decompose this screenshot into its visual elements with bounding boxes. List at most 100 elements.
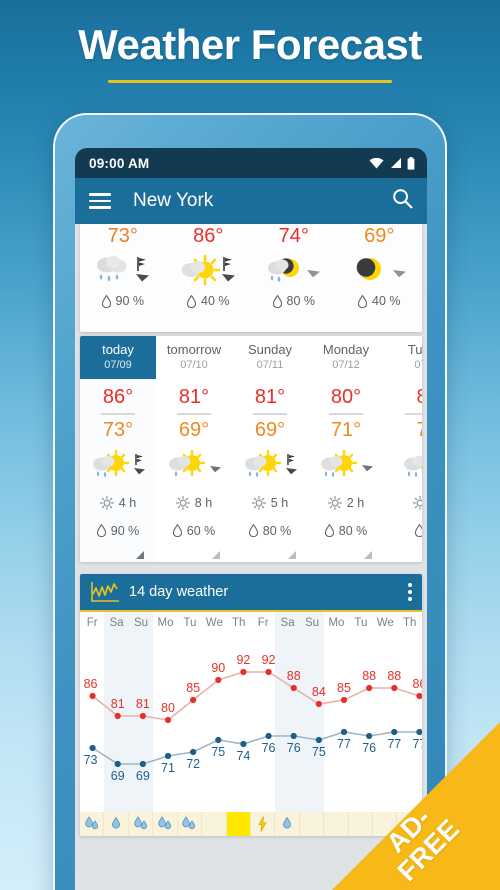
sun-rain-cloud-icon	[244, 450, 281, 478]
chart-point-label-high: 86	[84, 677, 98, 691]
precip-cell	[153, 811, 178, 836]
precip-cell	[275, 811, 300, 836]
day-tabs[interactable]: today 07/09 tomorrow 07/10 Sunday 07/11 …	[80, 336, 422, 379]
hourly-temperature: 69°	[364, 225, 395, 247]
light-rain-icon	[112, 816, 121, 829]
chart-point-label-high: 88	[287, 669, 301, 683]
day-low-temp: 71°	[330, 418, 362, 441]
app-bar: New York	[75, 178, 427, 224]
expand-corner-icon[interactable]	[232, 546, 308, 562]
day-sun-hours: 5 h	[251, 490, 288, 516]
day-column[interactable]: 8 7	[384, 379, 422, 562]
day-rain-value: 60 %	[186, 523, 216, 538]
hourly-item[interactable]: 69° 40 %	[337, 224, 423, 308]
day-rain-value: 80 %	[262, 523, 292, 538]
hourly-item[interactable]: 86° 40 %	[166, 224, 252, 308]
daily-forecast-card[interactable]: today 07/09 tomorrow 07/10 Sunday 07/11 …	[80, 336, 422, 562]
expand-corner-icon[interactable]	[156, 546, 232, 562]
kebab-menu-icon[interactable]	[408, 582, 412, 601]
chart-point-label-high: 85	[337, 681, 351, 695]
day-rain: 90 %	[96, 516, 139, 546]
signal-icon	[391, 158, 401, 168]
day-low-temp: 7	[416, 419, 422, 442]
sun-rain-cloud-icon	[168, 450, 205, 477]
chart-point-label-high: 81	[136, 697, 150, 711]
temp-divider	[177, 413, 211, 415]
sun-rain-cloud-icon	[320, 450, 357, 478]
city-name: New York	[133, 190, 214, 211]
heavy-rain-icon	[158, 816, 172, 830]
day-low-temp: 69°	[254, 418, 286, 441]
day-column[interactable]: 81° 69°	[232, 379, 308, 562]
day-tab-tuesday[interactable]: Tues 07/	[384, 336, 422, 379]
chart-point-high	[89, 692, 96, 699]
expand-corner-icon[interactable]	[308, 546, 384, 562]
day-tab-sunday[interactable]: Sunday 07/11	[232, 336, 308, 379]
chart-point-label-high: 90	[211, 661, 225, 675]
hamburger-menu-icon[interactable]	[89, 193, 111, 209]
day-column[interactable]: 86° 73° 4 h 90 %	[80, 379, 156, 562]
day-tab-monday[interactable]: Monday 07/12	[308, 336, 384, 379]
search-icon[interactable]	[392, 188, 413, 214]
chart-point-label-high: 88	[362, 669, 376, 683]
heavy-rain-icon	[133, 816, 147, 830]
chart-point-label-low: 76	[262, 741, 276, 755]
chart-point-label-high: 80	[161, 701, 175, 715]
day-low-temp: 73°	[102, 418, 134, 441]
chart-point-high	[315, 700, 322, 707]
wind-arrow-icon	[392, 270, 406, 278]
chart-point-low	[215, 736, 222, 743]
chart-point-high	[164, 716, 172, 723]
chart-point-label-low: 71	[161, 761, 175, 775]
chart-point-high	[366, 684, 373, 691]
raindrop-icon	[358, 294, 367, 308]
day-tab-date: 07/	[414, 358, 422, 371]
ad-free-ribbon: AD- FREE	[332, 722, 500, 890]
day-detail-row: 86° 73° 4 h 90 % 81° 69° 8 h 60 % 81° 69…	[80, 379, 422, 562]
day-column[interactable]: 80° 71° 2 h 80 %	[308, 379, 384, 562]
day-tab-tomorrow[interactable]: tomorrow 07/10	[156, 336, 232, 379]
hourly-item[interactable]: 73° 90 %	[80, 224, 166, 308]
status-bar-icons	[369, 156, 415, 170]
hourly-item[interactable]: 74° 80 %	[251, 224, 337, 308]
day-sun-hours: 2 h	[327, 490, 364, 516]
raindrop-icon	[415, 524, 422, 537]
expand-corner-icon[interactable]	[384, 546, 422, 562]
wind-arrow-icon	[307, 270, 321, 278]
rain-moon-icon	[268, 258, 300, 282]
precip-cell	[300, 811, 325, 836]
day-high-temp: 80°	[330, 386, 362, 408]
day-column[interactable]: 81° 69°	[156, 379, 232, 562]
chart-point-high	[340, 696, 348, 703]
chart-point-high	[240, 668, 247, 675]
day-rain: 80 %	[248, 516, 292, 546]
hourly-rain-value: 80 %	[286, 294, 316, 308]
day-tab-name: tomorrow	[166, 341, 222, 357]
raindrop-icon	[248, 524, 258, 537]
day-sun-value: 4 h	[118, 495, 137, 510]
sun-hours-icon	[175, 495, 190, 510]
day-high-temp: 86°	[102, 386, 134, 408]
wifi-icon	[369, 157, 384, 169]
raindrop-icon	[272, 294, 282, 308]
day-tab-date: 07/11	[256, 358, 284, 371]
hourly-temperature: 73°	[107, 225, 138, 247]
chart-point-label-high: 88	[387, 669, 401, 683]
temp-divider	[329, 413, 363, 415]
chart-point-label-low: 75	[211, 745, 225, 759]
chart-point-low	[114, 760, 121, 767]
hourly-condition-icons	[94, 247, 151, 293]
hourly-rain-value: 40 %	[372, 294, 401, 308]
day-tab-today[interactable]: today 07/09	[80, 336, 156, 379]
precip-cell	[226, 811, 251, 836]
chart-point-low	[139, 760, 146, 767]
temp-divider	[405, 413, 422, 415]
hourly-forecast-card[interactable]: 73° 90 % 86° 40 % 74° 80 % 69° 40 %	[80, 224, 422, 332]
heavy-rain-icon	[84, 816, 98, 830]
day-condition-icons	[401, 445, 422, 490]
chart-point-label-low: 76	[287, 741, 301, 755]
temp-divider	[253, 413, 287, 415]
day-low-temp: 69°	[178, 418, 210, 441]
expand-corner-icon[interactable]	[80, 546, 156, 562]
precip-cell	[202, 811, 227, 836]
